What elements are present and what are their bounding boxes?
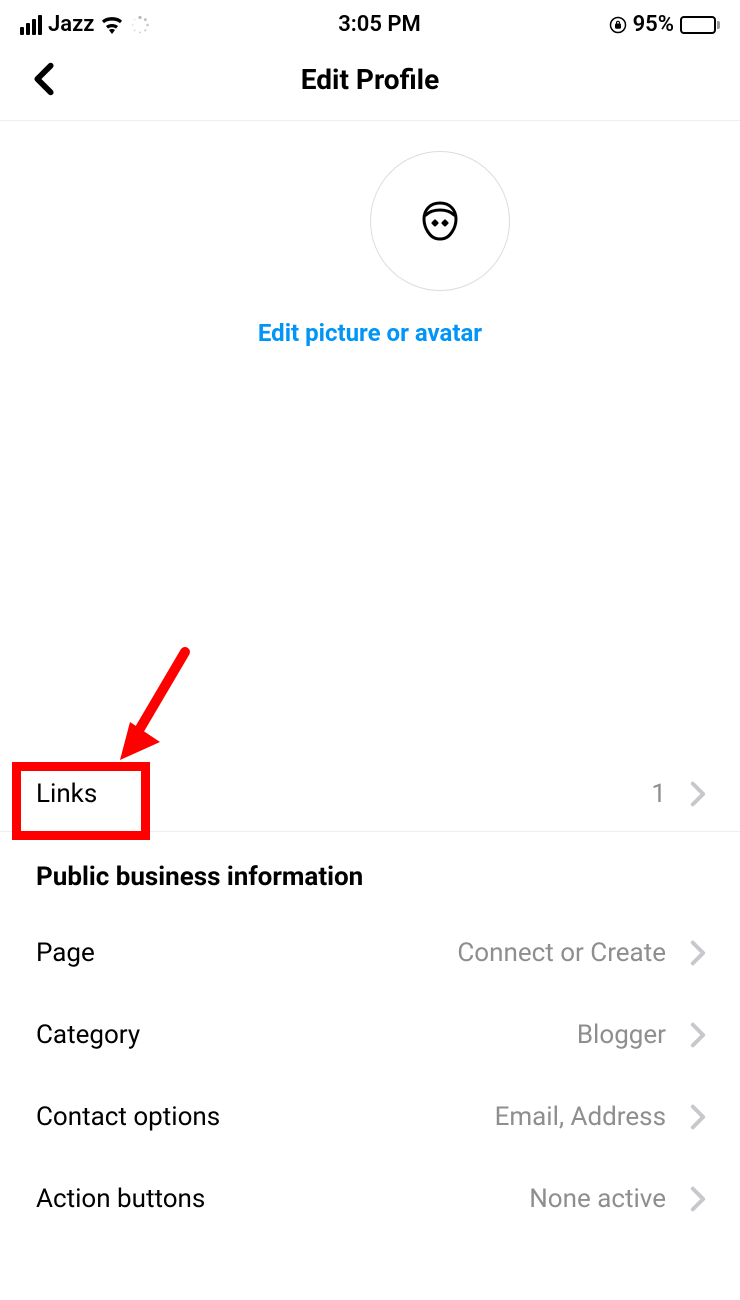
status-time: 3:05 PM: [338, 12, 421, 37]
status-right: 95%: [609, 12, 720, 37]
page-title: Edit Profile: [301, 63, 439, 96]
loading-icon: [130, 15, 150, 35]
avatar-circle[interactable]: [370, 151, 510, 291]
action-buttons-label: Action buttons: [36, 1184, 205, 1214]
links-value: 1: [651, 779, 666, 809]
battery-icon: [680, 16, 720, 34]
chevron-right-icon: [690, 781, 706, 807]
page-value: Connect or Create: [457, 938, 666, 968]
category-value: Blogger: [577, 1020, 666, 1050]
chevron-right-icon: [690, 1104, 706, 1130]
back-button[interactable]: [24, 59, 64, 99]
business-section-title: Public business information: [0, 832, 740, 912]
links-row[interactable]: Links 1: [0, 757, 740, 831]
contact-options-value: Email, Address: [495, 1102, 666, 1132]
nav-header: Edit Profile: [0, 45, 740, 121]
battery-percent: 95%: [633, 12, 674, 37]
category-label: Category: [36, 1020, 140, 1050]
contact-options-label: Contact options: [36, 1102, 220, 1132]
page-row[interactable]: Page Connect or Create: [0, 912, 740, 994]
chevron-right-icon: [690, 1186, 706, 1212]
contact-options-row[interactable]: Contact options Email, Address: [0, 1076, 740, 1158]
orientation-lock-icon: [609, 16, 627, 34]
spacer: [0, 377, 740, 757]
chevron-right-icon: [690, 940, 706, 966]
status-left: Jazz: [20, 12, 150, 37]
category-row[interactable]: Category Blogger: [0, 994, 740, 1076]
links-label: Links: [36, 779, 97, 809]
action-buttons-value: None active: [529, 1184, 666, 1214]
wifi-icon: [100, 16, 124, 34]
avatar-face-icon: [416, 197, 464, 245]
chevron-right-icon: [690, 1022, 706, 1048]
avatar-section: Edit picture or avatar: [0, 121, 740, 377]
chevron-left-icon: [24, 59, 64, 99]
status-bar: Jazz 3:05 PM 95%: [0, 0, 740, 45]
carrier-label: Jazz: [48, 12, 94, 37]
page-label: Page: [36, 938, 95, 968]
action-buttons-row[interactable]: Action buttons None active: [0, 1158, 740, 1240]
edit-picture-link[interactable]: Edit picture or avatar: [258, 319, 482, 347]
signal-icon: [20, 15, 42, 35]
